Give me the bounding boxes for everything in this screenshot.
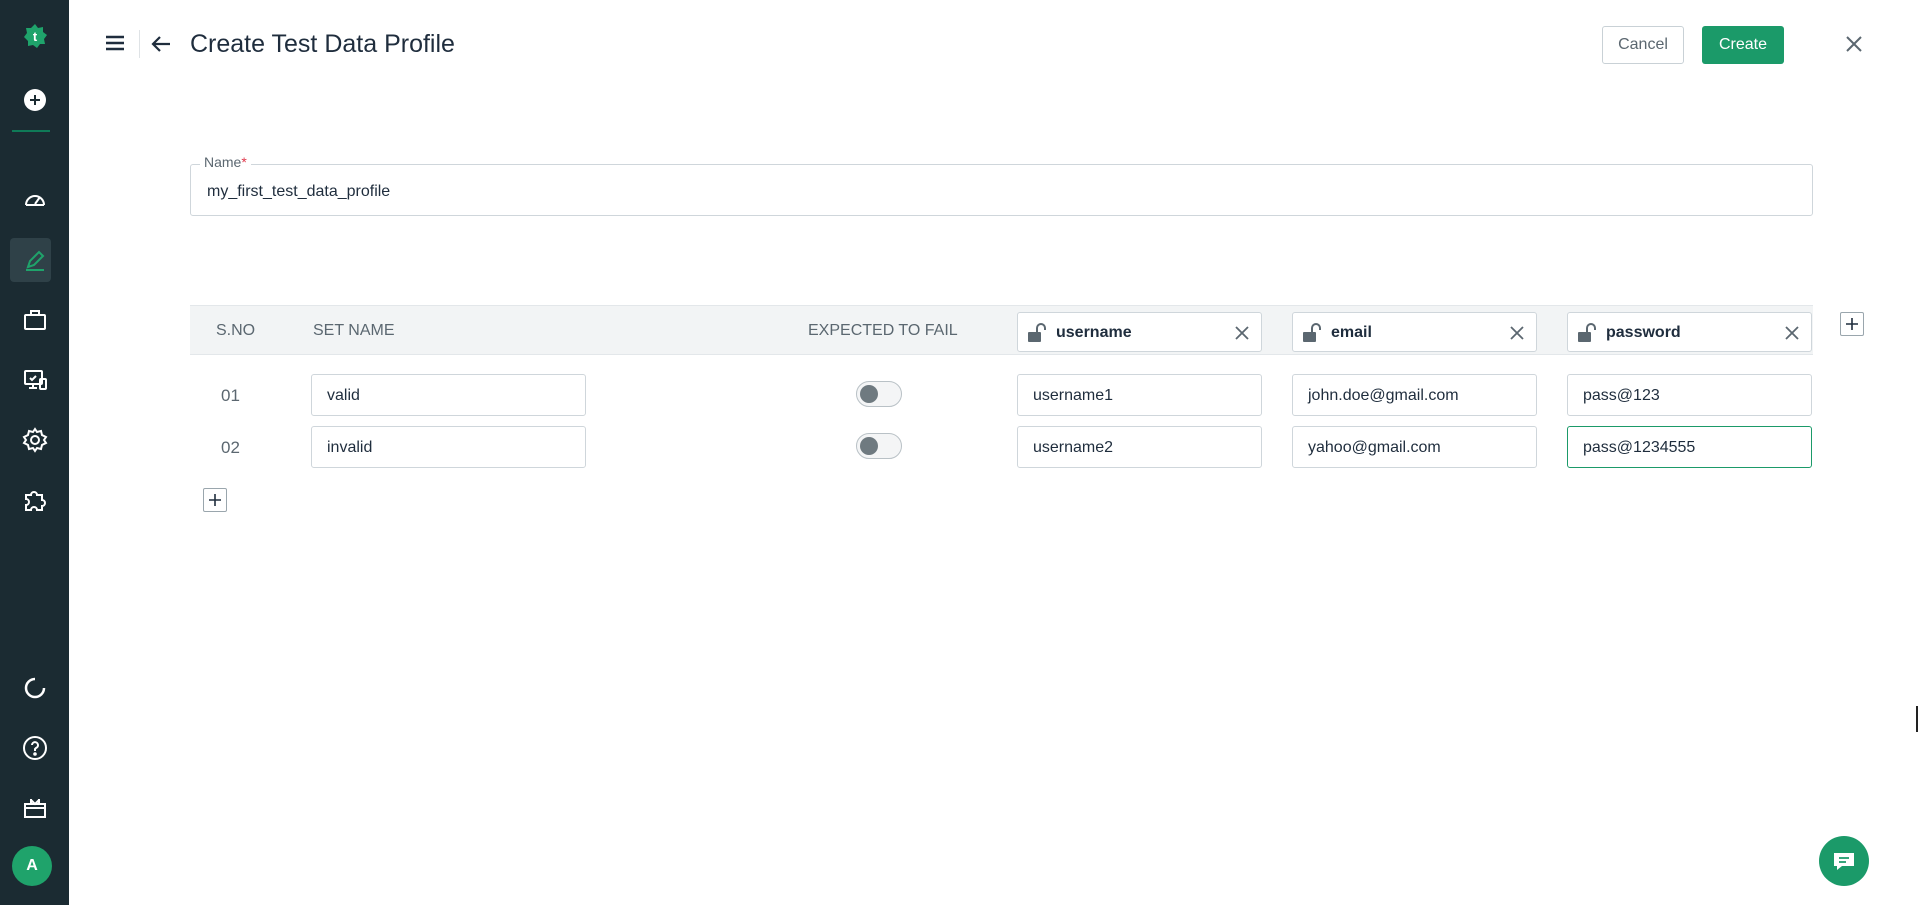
name-field[interactable] bbox=[190, 164, 1813, 216]
email-value-input[interactable]: yahoo@gmail.com bbox=[1292, 426, 1537, 468]
parameter-header-username[interactable]: username bbox=[1017, 312, 1262, 352]
back-arrow-icon[interactable] bbox=[149, 32, 173, 56]
logo-icon[interactable]: t bbox=[0, 14, 69, 58]
hamburger-menu-icon[interactable] bbox=[104, 32, 126, 54]
dashboard-icon[interactable] bbox=[0, 178, 69, 222]
set-name-input[interactable]: invalid bbox=[311, 426, 586, 468]
required-mark: * bbox=[241, 154, 247, 170]
username-value-input[interactable]: username1 bbox=[1017, 374, 1262, 416]
expected-to-fail-toggle[interactable] bbox=[856, 433, 902, 459]
resize-cursor bbox=[1916, 706, 1920, 732]
parameter-header-email[interactable]: email bbox=[1292, 312, 1537, 352]
refresh-icon[interactable] bbox=[0, 666, 69, 710]
parameter-name[interactable]: username bbox=[1056, 324, 1132, 342]
expected-to-fail-toggle[interactable] bbox=[856, 381, 902, 407]
column-header-expected-to-fail: EXPECTED TO FAIL bbox=[808, 322, 958, 339]
help-icon[interactable] bbox=[0, 726, 69, 770]
header-divider bbox=[139, 30, 140, 58]
plus-icon bbox=[209, 494, 221, 506]
cancel-button[interactable]: Cancel bbox=[1602, 26, 1684, 64]
column-header-set-name: SET NAME bbox=[313, 322, 395, 339]
name-field-label: Name* bbox=[200, 154, 251, 170]
remove-parameter-icon[interactable] bbox=[1783, 324, 1801, 342]
set-name-input[interactable]: valid bbox=[311, 374, 586, 416]
briefcase-icon[interactable] bbox=[0, 298, 69, 342]
remove-parameter-icon[interactable] bbox=[1508, 324, 1526, 342]
test-development-icon[interactable] bbox=[0, 238, 69, 282]
column-header-sno: S.NO bbox=[216, 322, 256, 339]
username-value-input[interactable]: username2 bbox=[1017, 426, 1262, 468]
unlock-icon[interactable] bbox=[1026, 322, 1048, 344]
parameter-name[interactable]: email bbox=[1331, 324, 1372, 342]
chat-icon bbox=[1834, 853, 1854, 870]
settings-icon[interactable] bbox=[0, 418, 69, 462]
chat-button[interactable] bbox=[1819, 836, 1869, 886]
parameter-name[interactable]: password bbox=[1606, 324, 1681, 342]
password-value-input[interactable]: pass@123 bbox=[1567, 374, 1812, 416]
page-title: Create Test Data Profile bbox=[190, 30, 455, 58]
sidebar: t A bbox=[0, 0, 69, 905]
create-button[interactable]: Create bbox=[1702, 26, 1784, 64]
password-value-input[interactable]: pass@1234555 bbox=[1567, 426, 1812, 468]
gift-icon[interactable] bbox=[0, 786, 69, 830]
parameter-header-password[interactable]: password bbox=[1567, 312, 1812, 352]
plus-icon bbox=[1846, 318, 1858, 330]
svg-text:t: t bbox=[32, 29, 37, 44]
sidebar-divider bbox=[12, 130, 50, 132]
name-field-value[interactable]: my_first_test_data_profile bbox=[207, 183, 390, 201]
close-icon[interactable] bbox=[1842, 32, 1866, 56]
unlock-icon[interactable] bbox=[1301, 322, 1323, 344]
add-row-button[interactable] bbox=[203, 488, 227, 512]
unlock-icon[interactable] bbox=[1576, 322, 1598, 344]
email-value-input[interactable]: john.doe@gmail.com bbox=[1292, 374, 1537, 416]
addons-icon[interactable] bbox=[0, 478, 69, 522]
name-label-text: Name bbox=[204, 154, 242, 170]
row-sno: 01 bbox=[221, 386, 240, 405]
run-results-icon[interactable] bbox=[0, 358, 69, 402]
row-sno: 02 bbox=[221, 438, 240, 457]
add-parameter-button[interactable] bbox=[1840, 312, 1864, 336]
add-icon[interactable] bbox=[0, 78, 69, 122]
avatar[interactable]: A bbox=[12, 846, 52, 886]
remove-parameter-icon[interactable] bbox=[1233, 324, 1251, 342]
